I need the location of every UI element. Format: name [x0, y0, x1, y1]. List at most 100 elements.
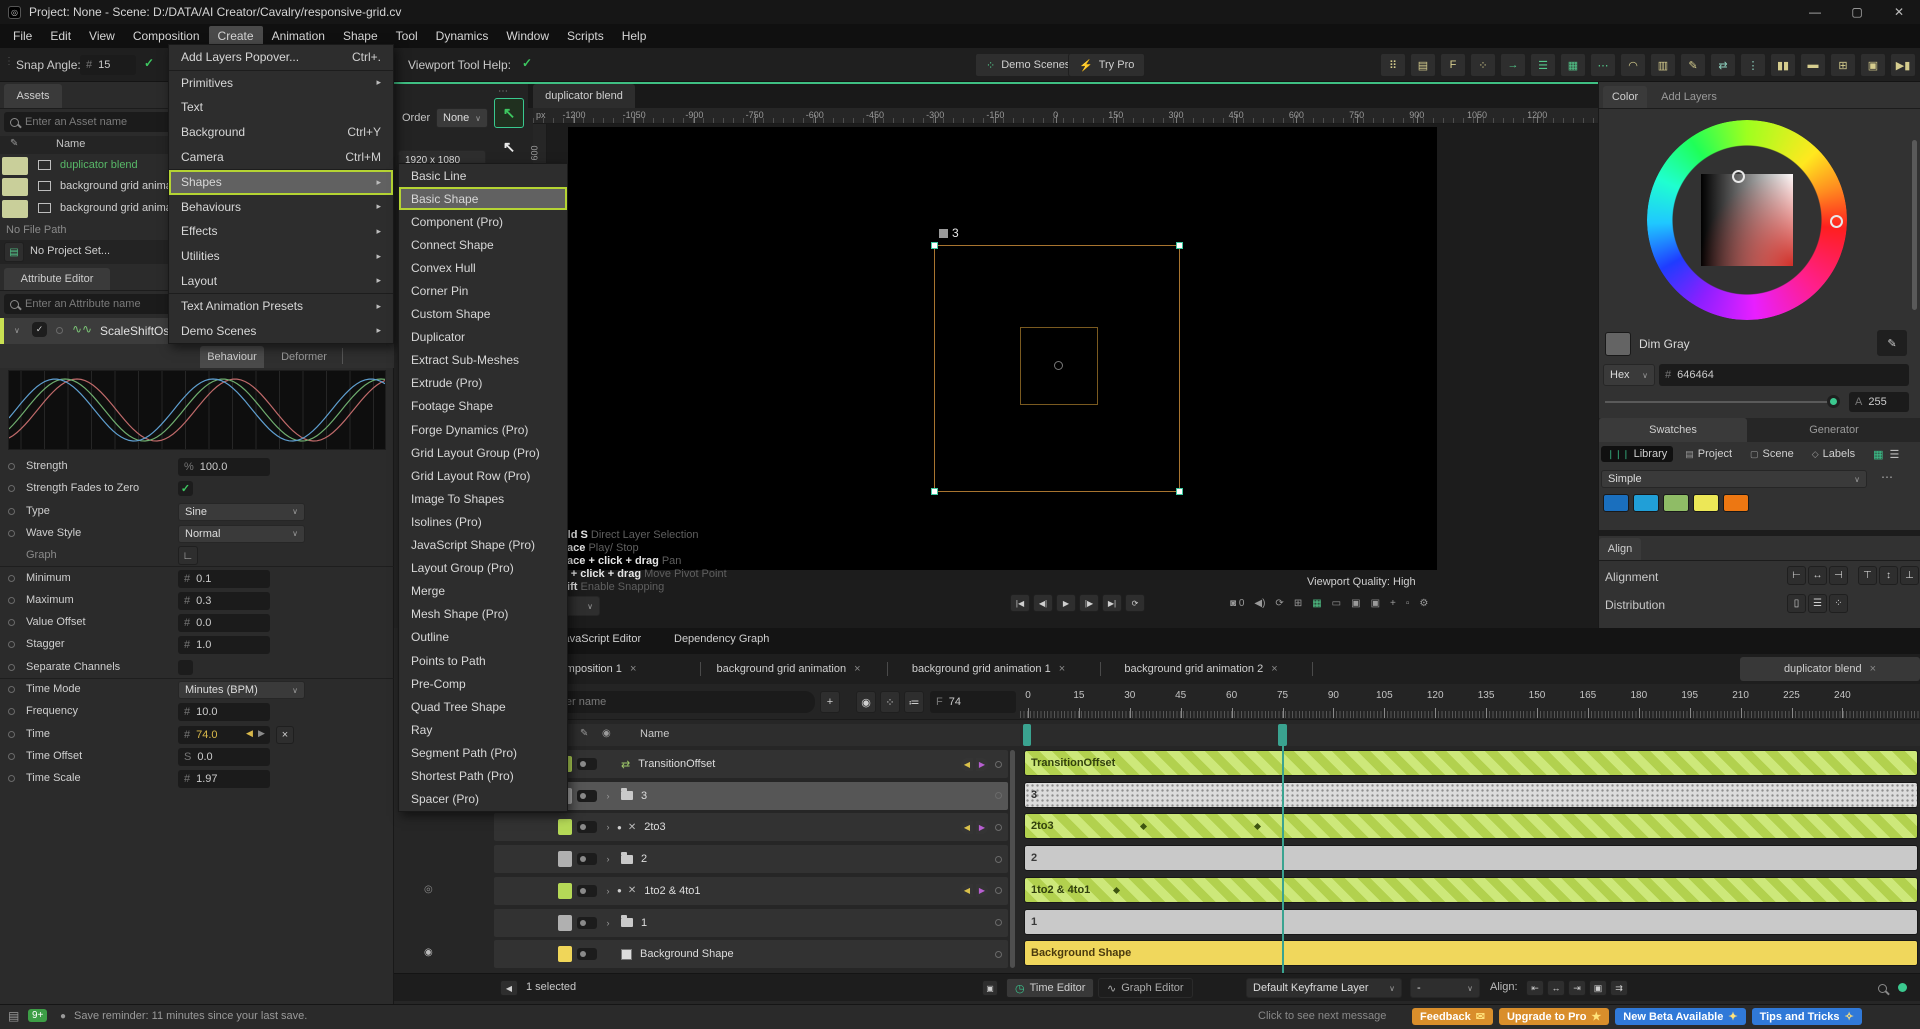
- project-set-label[interactable]: No Project Set...: [30, 245, 110, 257]
- create-menu-item-text-animation-presets[interactable]: Text Animation Presets▸: [169, 294, 393, 319]
- close-icon[interactable]: ×: [630, 663, 636, 675]
- align-tab[interactable]: Align: [1599, 538, 1641, 560]
- keyframe-layer-dropdown[interactable]: Default Keyframe Layer∨: [1246, 978, 1402, 998]
- lock-circle-icon[interactable]: [995, 887, 1002, 894]
- source-project[interactable]: ▤Project: [1679, 446, 1738, 462]
- shapes-submenu-item-extract-sub-meshes[interactable]: Extract Sub-Meshes: [399, 349, 567, 372]
- visibility-toggle[interactable]: [577, 853, 597, 865]
- collection-more-button[interactable]: ⋯: [1875, 470, 1899, 488]
- distribute-button[interactable]: ▯: [1787, 594, 1806, 613]
- step-back-button[interactable]: ◀|: [1033, 594, 1053, 612]
- message-count-badge[interactable]: 9+: [28, 1009, 47, 1022]
- snapshot-counter-icon[interactable]: ◙ 0: [1230, 594, 1244, 612]
- create-menu-item-demo-scenes[interactable]: Demo Scenes▸: [169, 319, 393, 344]
- menu-help[interactable]: Help: [613, 26, 656, 46]
- snap-angle-field[interactable]: # 15: [80, 55, 136, 75]
- shapes-submenu-item-ray[interactable]: Ray: [399, 718, 567, 741]
- viewport-canvas[interactable]: 3 Hold S Direct Layer SelectionSpace Pla…: [547, 124, 1598, 628]
- source-labels[interactable]: ◇Labels: [1806, 446, 1861, 462]
- color-swatch[interactable]: [1663, 494, 1689, 512]
- graph-editor-button[interactable]: ∿ Graph Editor: [1098, 978, 1193, 998]
- tab-swatches[interactable]: Swatches: [1599, 418, 1747, 442]
- attribute-circle-icon[interactable]: [8, 664, 15, 671]
- shapes-submenu-item-segment-path-pro-[interactable]: Segment Path (Pro): [399, 741, 567, 764]
- timeline-bar-background-shape[interactable]: Background Shape: [1024, 940, 1918, 966]
- collapse-chevron-icon[interactable]: ∨: [14, 326, 20, 335]
- shapes-submenu-item-forge-dynamics-pro-[interactable]: Forge Dynamics (Pro): [399, 418, 567, 441]
- close-icon[interactable]: ×: [1870, 663, 1876, 675]
- hex-value-field[interactable]: # 646464: [1659, 364, 1909, 386]
- panel-icon[interactable]: ▤: [1410, 53, 1436, 77]
- menu-animation[interactable]: Animation: [263, 26, 334, 46]
- pen-icon[interactable]: ✎: [1680, 53, 1706, 77]
- monitor-icon[interactable]: ▭: [1332, 594, 1341, 612]
- layer-row-2to3[interactable]: ›●✕2to3◀▶: [494, 813, 1008, 841]
- swap-icon[interactable]: ⇄: [1710, 53, 1736, 77]
- corner-handle[interactable]: [931, 242, 938, 249]
- lock-circle-icon[interactable]: [995, 761, 1002, 768]
- close-button[interactable]: ✕: [1878, 0, 1920, 24]
- asset-color-swatch[interactable]: [2, 200, 28, 218]
- color-swatch[interactable]: [1723, 494, 1749, 512]
- curve-icon[interactable]: ◠: [1620, 53, 1646, 77]
- menu-view[interactable]: View: [80, 26, 124, 46]
- visibility-toggle[interactable]: [577, 948, 597, 960]
- maximize-button[interactable]: ▢: [1836, 0, 1878, 24]
- composition-tab[interactable]: background grid animation 2×: [1096, 657, 1306, 681]
- try-pro-button[interactable]: ⚡ Try Pro: [1068, 53, 1145, 77]
- timeline-bar-2[interactable]: 2: [1024, 845, 1918, 871]
- shapes-submenu-item-shortest-path-pro-[interactable]: Shortest Path (Pro): [399, 764, 567, 787]
- lock-circle-icon[interactable]: [995, 856, 1002, 863]
- shapes-submenu-item-image-to-shapes[interactable]: Image To Shapes: [399, 487, 567, 510]
- scatter-icon[interactable]: ⁘: [1470, 53, 1496, 77]
- keyframe-dot[interactable]: [1140, 823, 1147, 830]
- chip-feedback[interactable]: Feedback✉: [1412, 1008, 1493, 1025]
- attribute-circle-icon[interactable]: [8, 708, 15, 715]
- viewport-tool-help-check-icon[interactable]: ✓: [522, 56, 532, 70]
- layer-row-2[interactable]: ›2: [494, 845, 1008, 873]
- node-circle-icon[interactable]: [56, 327, 63, 334]
- shapes-submenu-item-mesh-shape-pro-[interactable]: Mesh Shape (Pro): [399, 603, 567, 626]
- attribute-circle-icon[interactable]: [8, 463, 15, 470]
- alpha-slider-knob[interactable]: [1827, 395, 1840, 408]
- shapes-submenu-item-component-pro-[interactable]: Component (Pro): [399, 210, 567, 233]
- attribute-circle-icon[interactable]: [8, 753, 15, 760]
- visibility-toggle[interactable]: [577, 885, 597, 897]
- shapes-submenu-item-spacer-pro-[interactable]: Spacer (Pro): [399, 788, 567, 811]
- layer-value-dropdown[interactable]: -∨: [1410, 978, 1480, 998]
- attribute-number-field[interactable]: #1.97: [178, 770, 270, 788]
- shapes-submenu-item-layout-group-pro-[interactable]: Layout Group (Pro): [399, 557, 567, 580]
- render-queue-icon[interactable]: ▣: [1371, 594, 1380, 612]
- shapes-submenu-item-extrude-pro-[interactable]: Extrude (Pro): [399, 372, 567, 395]
- shapes-submenu-item-custom-shape[interactable]: Custom Shape: [399, 303, 567, 326]
- next-keyframe-icon[interactable]: ▶: [976, 758, 988, 771]
- arrow-right-icon[interactable]: →: [1500, 53, 1526, 77]
- prev-keyframe-icon[interactable]: ◀: [961, 758, 973, 771]
- alpha-field[interactable]: A 255: [1849, 392, 1909, 412]
- timeline-bar-1to2-4to1[interactable]: 1to2 & 4to1: [1024, 877, 1918, 903]
- eyedropper-button[interactable]: ✎: [1877, 330, 1907, 356]
- menu-scripts[interactable]: Scripts: [558, 26, 613, 46]
- attribute-number-field[interactable]: #74.0: [178, 726, 270, 744]
- shapes-submenu-item-quad-tree-shape[interactable]: Quad Tree Shape: [399, 695, 567, 718]
- align-button[interactable]: ⊥: [1900, 566, 1919, 585]
- close-icon[interactable]: ×: [1059, 663, 1065, 675]
- playhead-line[interactable]: [1282, 724, 1284, 973]
- alpha-slider[interactable]: [1605, 401, 1837, 403]
- expand-arrow-icon[interactable]: ›: [601, 918, 615, 928]
- panel-grid-icon[interactable]: ▣: [1860, 53, 1886, 77]
- step-forward-button[interactable]: |▶: [1079, 594, 1099, 612]
- layer-color-swatch[interactable]: [558, 883, 572, 899]
- layer-row-1to2-4to1[interactable]: ›●✕1to2 & 4to1◀▶: [494, 877, 1008, 905]
- attribute-number-field[interactable]: S0.0: [178, 748, 270, 766]
- attribute-circle-icon[interactable]: [8, 731, 15, 738]
- attribute-number-field[interactable]: #0.0: [178, 614, 270, 632]
- create-menu-item-primitives[interactable]: Primitives▸: [169, 71, 393, 96]
- attribute-circle-icon[interactable]: [8, 686, 15, 693]
- keyframe-dot[interactable]: [1254, 823, 1261, 830]
- bounds-icon[interactable]: ▫: [1406, 594, 1410, 612]
- current-color-swatch[interactable]: [1605, 332, 1631, 356]
- attribute-circle-icon[interactable]: [8, 530, 15, 537]
- project-set-icon[interactable]: ▤: [4, 242, 24, 262]
- enabled-badge-icon[interactable]: ✓: [32, 322, 47, 337]
